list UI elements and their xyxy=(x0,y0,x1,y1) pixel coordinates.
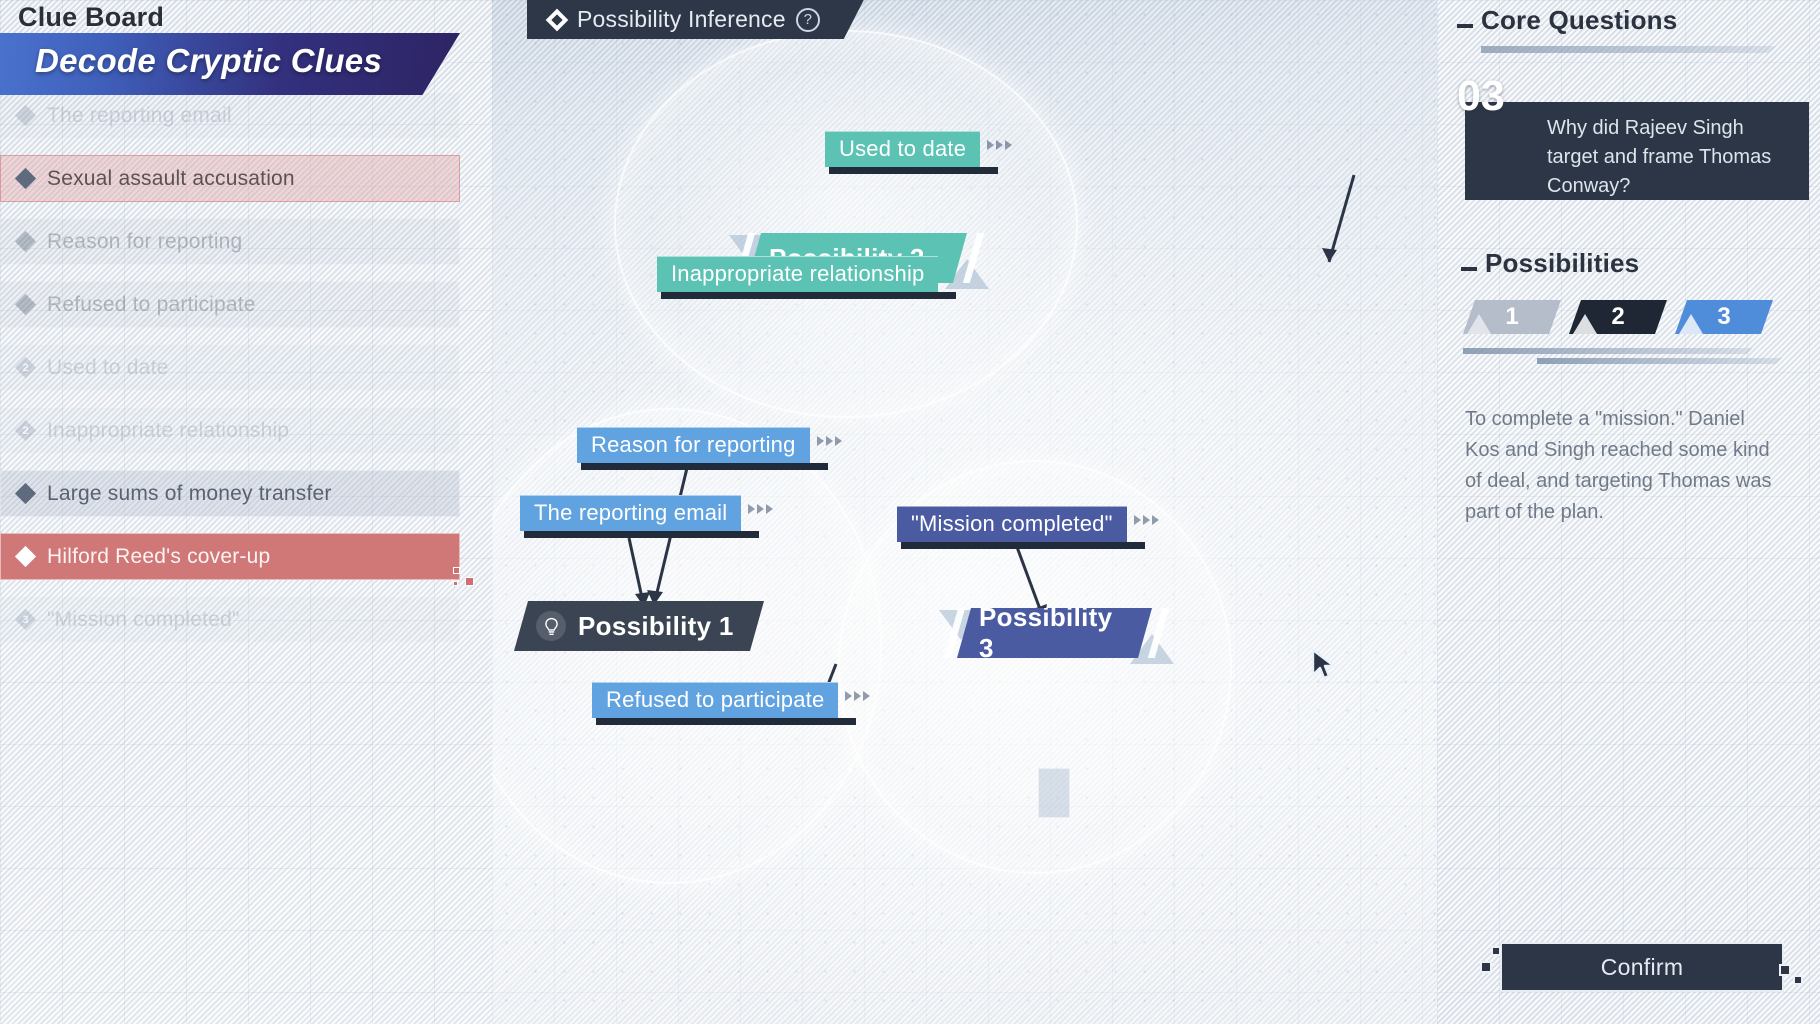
possibility-tab-1[interactable]: 1 xyxy=(1463,300,1561,334)
evidence-card-inappropriate-relationship[interactable]: Inappropriate relationship xyxy=(657,256,957,299)
heading-dash xyxy=(1457,24,1473,28)
clue-item-label: Hilford Reed's cover-up xyxy=(47,544,271,568)
card-base-bar xyxy=(596,718,857,725)
possibility-3-chip[interactable]: Possibility 3 xyxy=(957,608,1152,658)
tab-possibility-inference[interactable]: Possibility Inference ? xyxy=(527,0,864,39)
question-number: 03 xyxy=(1457,72,1505,120)
evidence-card-label: Refused to participate xyxy=(606,687,825,712)
clue-item[interactable]: 2 Used to date xyxy=(0,344,460,391)
clue-item-label: Sexual assault accusation xyxy=(47,166,295,190)
evidence-card-the-reporting-email[interactable]: The reporting email xyxy=(520,495,774,538)
core-questions-panel: Core Questions 03 Why did Rajeev Singh t… xyxy=(1437,0,1820,1024)
evidence-card-label: Used to date xyxy=(839,136,967,161)
question-text: Why did Rajeev Singh target and frame Th… xyxy=(1547,117,1772,197)
tab-corner-icon xyxy=(1679,314,1703,334)
clue-badge-count: 3 xyxy=(22,613,29,626)
possibility-tab-2[interactable]: 2 xyxy=(1569,300,1667,334)
diamond-icon: 2 xyxy=(14,356,37,379)
confirm-decor-c xyxy=(1779,964,1791,976)
clue-badge-count: 2 xyxy=(22,361,29,374)
evidence-card-label: Reason for reporting xyxy=(591,432,796,457)
card-base-bar xyxy=(829,167,999,174)
confirm-decor-b xyxy=(1480,961,1492,973)
clue-item[interactable]: Sexual assault accusation xyxy=(0,155,460,202)
possibility-2-zone[interactable] xyxy=(616,32,1076,416)
possibility-rule-2 xyxy=(1537,358,1782,364)
mouse-cursor xyxy=(1310,648,1338,682)
card-chevrons xyxy=(845,691,871,701)
possibilities-title: Possibilities xyxy=(1485,248,1640,278)
clue-item[interactable]: The reporting email xyxy=(0,92,460,139)
card-chevrons xyxy=(987,140,1013,150)
card-base-bar xyxy=(524,531,760,538)
possibility-3-label: Possibility 3 xyxy=(979,602,1113,663)
tab-corner-icon xyxy=(1467,314,1491,334)
evidence-card-label: "Mission completed" xyxy=(911,511,1113,536)
clue-item[interactable]: Large sums of money transfer xyxy=(0,470,460,517)
possibility-tab-label: 3 xyxy=(1717,303,1731,330)
clue-item-label: Reason for reporting xyxy=(47,229,243,253)
evidence-card-label: The reporting email xyxy=(534,500,728,525)
confirm-decor-d xyxy=(1793,975,1803,985)
card-chevrons xyxy=(748,504,774,514)
clue-item[interactable]: Reason for reporting xyxy=(0,218,460,265)
clue-item[interactable]: 3 "Mission completed" xyxy=(0,596,460,643)
core-questions-title: Core Questions xyxy=(1481,5,1678,35)
clue-item-label: Used to date xyxy=(47,355,169,379)
possibility-tab-label: 2 xyxy=(1611,303,1625,330)
confirm-button[interactable]: Confirm xyxy=(1500,942,1784,992)
confirm-decor-a xyxy=(1491,946,1501,956)
clue-item-label: The reporting email xyxy=(47,103,232,127)
heading-dash xyxy=(1461,267,1477,271)
clue-item[interactable]: Refused to participate xyxy=(0,281,460,328)
clue-item-label: "Mission completed" xyxy=(47,607,240,631)
possibility-1-banner[interactable]: Possibility 1 xyxy=(514,601,764,651)
inference-canvas[interactable]: Used to date Possibility 2 Inappropriate… xyxy=(492,0,1437,1024)
possibility-tab-label: 1 xyxy=(1505,303,1519,330)
tab-corner-icon xyxy=(1573,314,1597,334)
possibility-rule-1 xyxy=(1463,348,1753,354)
confirm-label: Confirm xyxy=(1600,953,1684,980)
possibility-tabs: 1 2 3 xyxy=(1463,300,1773,334)
tab-label: Possibility Inference xyxy=(577,6,786,32)
diamond-icon: 3 xyxy=(14,608,37,631)
possibility-1-chip[interactable]: Possibility 1 xyxy=(514,601,764,651)
diamond-icon xyxy=(546,8,569,31)
core-questions-heading: Core Questions xyxy=(1457,5,1677,36)
evidence-card-used-to-date[interactable]: Used to date xyxy=(825,131,1013,174)
clue-item-label: Inappropriate relationship xyxy=(47,418,290,442)
game-screen: Clue Board Decode Cryptic Clues The repo… xyxy=(0,0,1820,1024)
clue-item[interactable]: 2 Inappropriate relationship xyxy=(0,407,460,454)
clue-item[interactable]: Hilford Reed's cover-up xyxy=(0,533,474,586)
possibility-3-banner[interactable]: Possibility 3 xyxy=(939,608,1174,664)
possibility-description: To complete a "mission." Daniel Kos and … xyxy=(1465,408,1772,523)
card-base-bar xyxy=(581,463,828,470)
question-box: Why did Rajeev Singh target and frame Th… xyxy=(1465,102,1809,200)
lightbulb-icon xyxy=(536,611,566,641)
clue-badge-count: 2 xyxy=(22,424,29,437)
possibilities-heading: Possibilities xyxy=(1461,248,1639,279)
heading-rule xyxy=(1481,46,1776,53)
help-icon[interactable]: ? xyxy=(796,8,820,32)
card-chevrons xyxy=(816,436,842,446)
clue-board-panel: Clue Board Decode Cryptic Clues The repo… xyxy=(0,0,492,1024)
clue-list: The reporting email Sexual assault accusa… xyxy=(0,92,492,659)
page-title: Clue Board xyxy=(18,2,165,32)
card-chevrons xyxy=(1133,515,1159,525)
evidence-card-mission-completed[interactable]: "Mission completed" xyxy=(897,506,1159,549)
clue-item-label: Large sums of money transfer xyxy=(47,481,332,505)
banner-label: Decode Cryptic Clues xyxy=(35,42,383,79)
evidence-card-refused-to-participate[interactable]: Refused to participate xyxy=(592,682,871,725)
evidence-card-label: Inappropriate relationship xyxy=(671,261,925,286)
possibility-tab-3[interactable]: 3 xyxy=(1675,300,1773,334)
empty-evidence-slot[interactable] xyxy=(1038,768,1070,818)
decode-cryptic-clues-banner: Decode Cryptic Clues xyxy=(0,33,460,95)
diamond-icon: 2 xyxy=(14,419,37,442)
card-base-bar xyxy=(661,292,957,299)
evidence-card-reason-for-reporting[interactable]: Reason for reporting xyxy=(577,427,842,470)
clue-item-label: Refused to participate xyxy=(47,292,256,316)
possibility-1-label: Possibility 1 xyxy=(578,610,734,641)
card-base-bar xyxy=(901,542,1145,549)
